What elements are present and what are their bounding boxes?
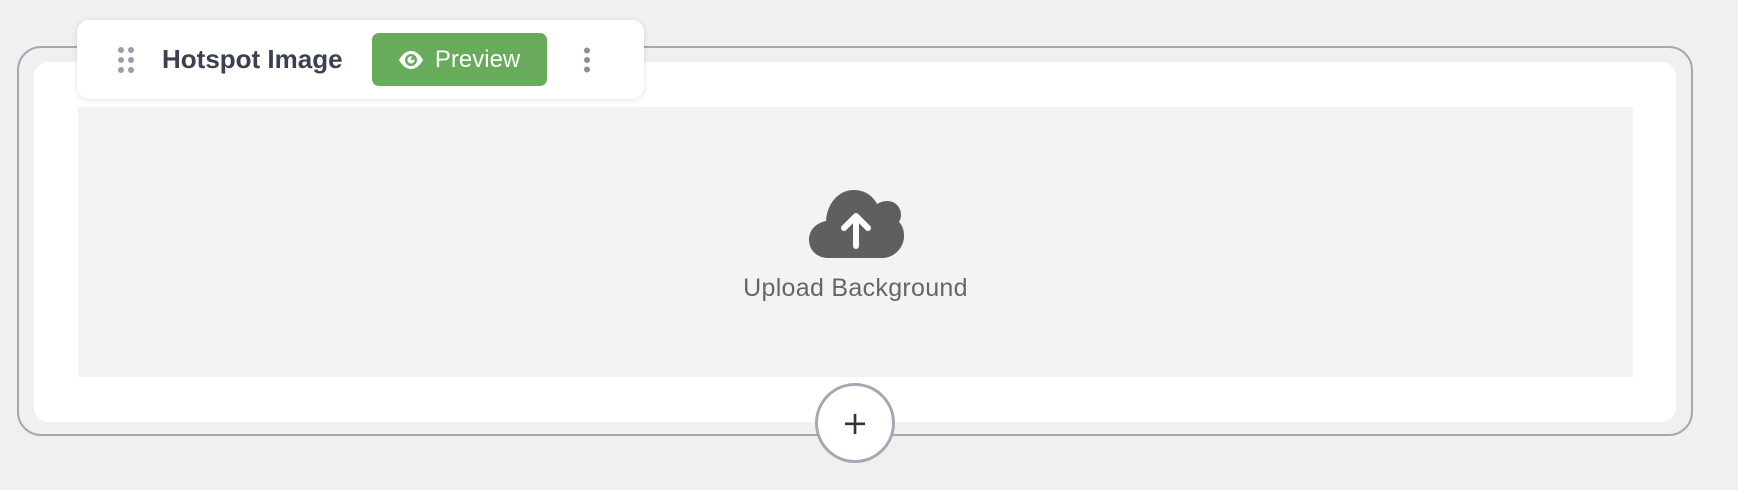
cloud-upload-icon bbox=[808, 189, 904, 258]
editor-canvas: Upload Background Hotspot Image Preview bbox=[0, 0, 1738, 490]
preview-button[interactable]: Preview bbox=[371, 33, 547, 86]
preview-button-label: Preview bbox=[434, 45, 521, 73]
more-vertical-icon[interactable] bbox=[577, 40, 597, 80]
block-toolbar: Hotspot Image Preview bbox=[77, 20, 644, 99]
eye-icon bbox=[398, 50, 423, 69]
upload-background-label: Upload Background bbox=[743, 273, 968, 302]
block-title: Hotspot Image bbox=[162, 44, 343, 74]
add-block-button[interactable]: + bbox=[815, 383, 895, 463]
drag-handle-icon[interactable] bbox=[112, 43, 140, 77]
upload-background-area[interactable]: Upload Background bbox=[78, 107, 1633, 377]
